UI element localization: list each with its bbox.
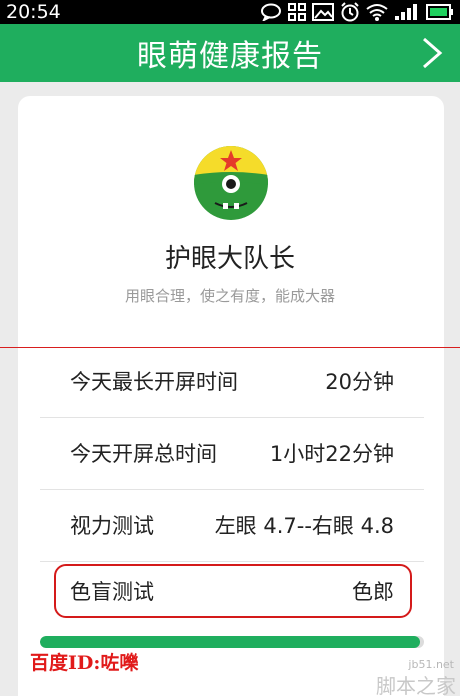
stat-row-longest-screen-time: 今天最长开屏时间 20分钟 (40, 345, 424, 417)
stat-label: 视力测试 (70, 514, 154, 538)
cyclops-badge-icon (194, 146, 268, 220)
stat-value: 1小时22分钟 (269, 442, 394, 466)
grid-icon (288, 3, 306, 21)
status-bar: 20:54 (0, 0, 460, 24)
rank-motto: 用眼合理，使之有度，能成大器 (124, 287, 335, 305)
chevron-right-icon[interactable] (420, 36, 444, 70)
status-icons (260, 2, 454, 22)
alarm-icon (341, 2, 359, 22)
signal-icon (395, 4, 417, 20)
stat-label: 今天最长开屏时间 (70, 370, 238, 394)
watermark-baidu-id: 百度ID:咗嚛 (30, 652, 139, 674)
status-time: 20:54 (6, 1, 61, 23)
progress-bar (40, 636, 424, 648)
battery-icon (426, 4, 453, 20)
page-title: 眼萌健康报告 (137, 39, 323, 74)
progress-fill (40, 636, 421, 648)
stat-value: 左眼 4.7--右眼 4.8 (214, 514, 394, 538)
stat-row-total-screen-time: 今天开屏总时间 1小时22分钟 (40, 417, 424, 489)
stat-row-vision-test[interactable]: 视力测试 左眼 4.7--右眼 4.8 (40, 489, 424, 561)
app-header: 眼萌健康报告 (0, 24, 460, 82)
image-icon (312, 3, 334, 21)
watermark-site: 脚本之家 (376, 674, 456, 696)
stat-value: 20分钟 (325, 370, 394, 394)
wifi-icon (366, 4, 388, 21)
chat-bubble-icon (261, 3, 281, 21)
stat-label: 今天开屏总时间 (70, 442, 217, 466)
rank-title: 护眼大队长 (164, 244, 295, 274)
highlight-box (54, 564, 412, 618)
